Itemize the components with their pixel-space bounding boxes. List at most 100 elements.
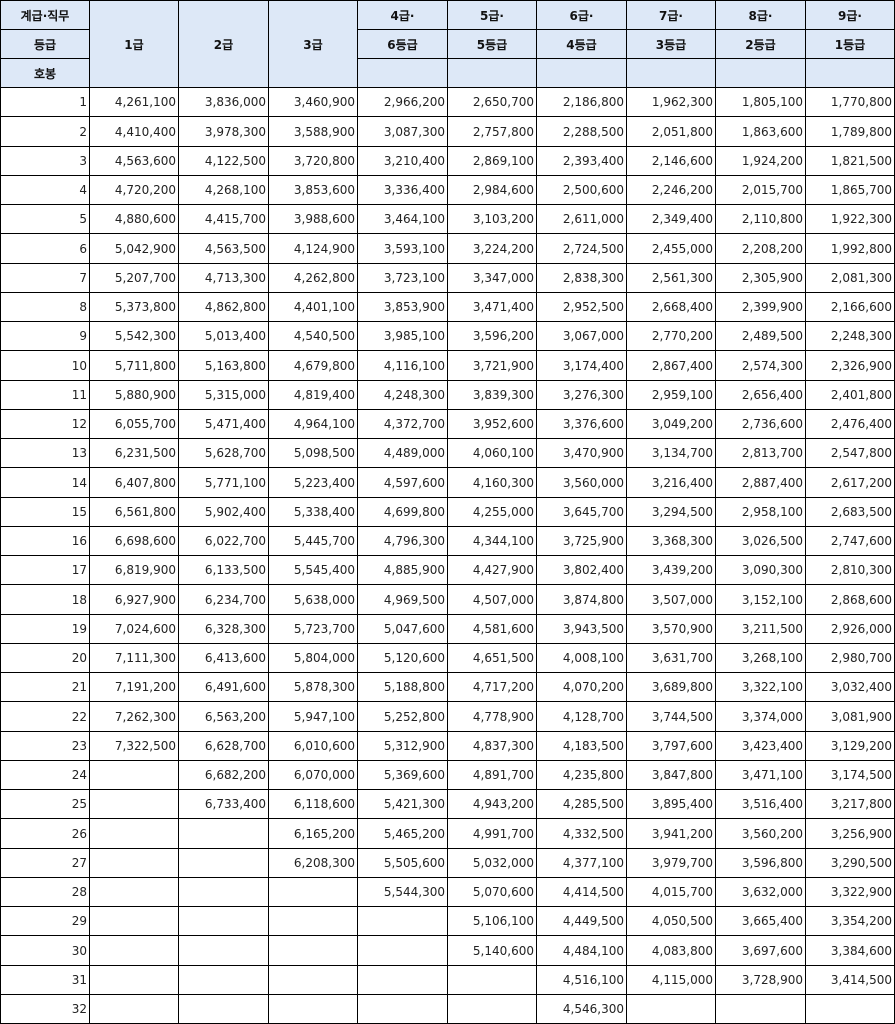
salary-cell: 2,081,300 <box>806 264 895 293</box>
salary-cell: 4,372,700 <box>358 410 448 439</box>
salary-cell: 3,256,900 <box>806 819 895 849</box>
salary-cell: 5,106,100 <box>448 907 537 936</box>
salary-cell: 1,924,200 <box>716 147 806 176</box>
salary-cell: 3,347,000 <box>448 264 537 293</box>
salary-cell: 4,015,700 <box>627 878 716 907</box>
salary-cell <box>90 878 179 907</box>
salary-cell: 2,736,600 <box>716 410 806 439</box>
salary-cell <box>448 995 537 1024</box>
salary-cell: 5,032,000 <box>448 849 537 878</box>
salary-cell: 3,853,600 <box>269 176 358 205</box>
grade-header-bottom: 6등급 <box>358 30 448 59</box>
salary-cell: 5,223,400 <box>269 468 358 498</box>
step-number: 21 <box>0 673 90 702</box>
salary-cell: 4,651,500 <box>448 644 537 673</box>
salary-cell: 2,838,300 <box>537 264 627 293</box>
step-number: 20 <box>0 644 90 673</box>
salary-cell <box>179 936 269 966</box>
salary-cell: 6,231,500 <box>90 439 179 468</box>
salary-cell: 5,013,400 <box>179 322 269 351</box>
salary-cell: 4,540,500 <box>269 322 358 351</box>
salary-cell: 1,865,700 <box>806 176 895 205</box>
grade-header-top: 6급· <box>537 0 627 30</box>
salary-cell: 6,010,600 <box>269 732 358 761</box>
salary-cell: 4,128,700 <box>537 702 627 732</box>
salary-cell: 6,055,700 <box>90 410 179 439</box>
salary-cell: 4,235,800 <box>537 761 627 790</box>
salary-cell: 3,560,000 <box>537 468 627 498</box>
salary-cell: 3,224,200 <box>448 234 537 264</box>
salary-cell: 4,717,200 <box>448 673 537 702</box>
salary-cell: 3,276,300 <box>537 381 627 410</box>
salary-cell: 6,733,400 <box>179 790 269 819</box>
salary-cell: 5,369,600 <box>358 761 448 790</box>
salary-cell <box>179 966 269 995</box>
salary-cell: 2,869,100 <box>448 147 537 176</box>
step-number: 22 <box>0 702 90 732</box>
salary-cell: 5,070,600 <box>448 878 537 907</box>
salary-cell: 1,992,800 <box>806 234 895 264</box>
salary-cell: 3,464,100 <box>358 205 448 234</box>
salary-cell: 4,008,100 <box>537 644 627 673</box>
salary-cell: 2,813,700 <box>716 439 806 468</box>
salary-cell: 3,632,000 <box>716 878 806 907</box>
salary-cell <box>90 790 179 819</box>
step-number: 14 <box>0 468 90 498</box>
step-number: 7 <box>0 264 90 293</box>
salary-cell: 3,322,900 <box>806 878 895 907</box>
salary-cell: 5,338,400 <box>269 498 358 527</box>
salary-cell: 4,332,500 <box>537 819 627 849</box>
step-number: 13 <box>0 439 90 468</box>
salary-cell: 5,628,700 <box>179 439 269 468</box>
salary-cell: 4,060,100 <box>448 439 537 468</box>
salary-cell <box>627 995 716 1024</box>
salary-cell: 3,853,900 <box>358 293 448 322</box>
salary-cell: 2,399,900 <box>716 293 806 322</box>
salary-cell <box>358 995 448 1024</box>
salary-cell: 3,471,400 <box>448 293 537 322</box>
grade-header-blank <box>448 59 537 88</box>
grade-header-blank <box>358 59 448 88</box>
salary-cell: 5,188,800 <box>358 673 448 702</box>
salary-cell: 3,322,100 <box>716 673 806 702</box>
salary-cell: 3,507,000 <box>627 585 716 615</box>
salary-cell: 3,090,300 <box>716 556 806 585</box>
salary-cell: 4,124,900 <box>269 234 358 264</box>
salary-cell: 6,491,600 <box>179 673 269 702</box>
salary-cell <box>179 995 269 1024</box>
salary-cell: 3,725,900 <box>537 527 627 556</box>
salary-cell: 2,747,600 <box>806 527 895 556</box>
salary-cell: 3,376,600 <box>537 410 627 439</box>
salary-cell: 2,015,700 <box>716 176 806 205</box>
salary-cell: 5,638,000 <box>269 585 358 615</box>
salary-cell: 2,326,900 <box>806 351 895 381</box>
salary-cell: 2,146,600 <box>627 147 716 176</box>
salary-cell: 2,617,200 <box>806 468 895 498</box>
step-number: 8 <box>0 293 90 322</box>
salary-cell: 3,032,400 <box>806 673 895 702</box>
salary-cell: 3,836,000 <box>179 88 269 117</box>
salary-cell: 4,449,500 <box>537 907 627 936</box>
salary-cell: 6,561,800 <box>90 498 179 527</box>
salary-cell: 3,596,800 <box>716 849 806 878</box>
grade-header-bottom: 5등급 <box>448 30 537 59</box>
salary-cell: 5,140,600 <box>448 936 537 966</box>
step-number: 24 <box>0 761 90 790</box>
salary-cell: 2,611,000 <box>537 205 627 234</box>
salary-cell: 4,116,100 <box>358 351 448 381</box>
step-number: 18 <box>0 585 90 615</box>
salary-cell: 2,770,200 <box>627 322 716 351</box>
salary-cell: 3,174,500 <box>806 761 895 790</box>
salary-cell: 5,771,100 <box>179 468 269 498</box>
salary-cell: 2,547,800 <box>806 439 895 468</box>
salary-cell: 3,941,200 <box>627 819 716 849</box>
salary-cell: 2,887,400 <box>716 468 806 498</box>
salary-cell: 3,665,400 <box>716 907 806 936</box>
salary-cell: 5,711,800 <box>90 351 179 381</box>
grade-header-bottom: 1등급 <box>806 30 895 59</box>
salary-cell: 3,268,100 <box>716 644 806 673</box>
salary-cell: 3,588,900 <box>269 117 358 147</box>
salary-cell: 3,847,800 <box>627 761 716 790</box>
salary-cell: 5,505,600 <box>358 849 448 878</box>
salary-cell: 3,728,900 <box>716 966 806 995</box>
